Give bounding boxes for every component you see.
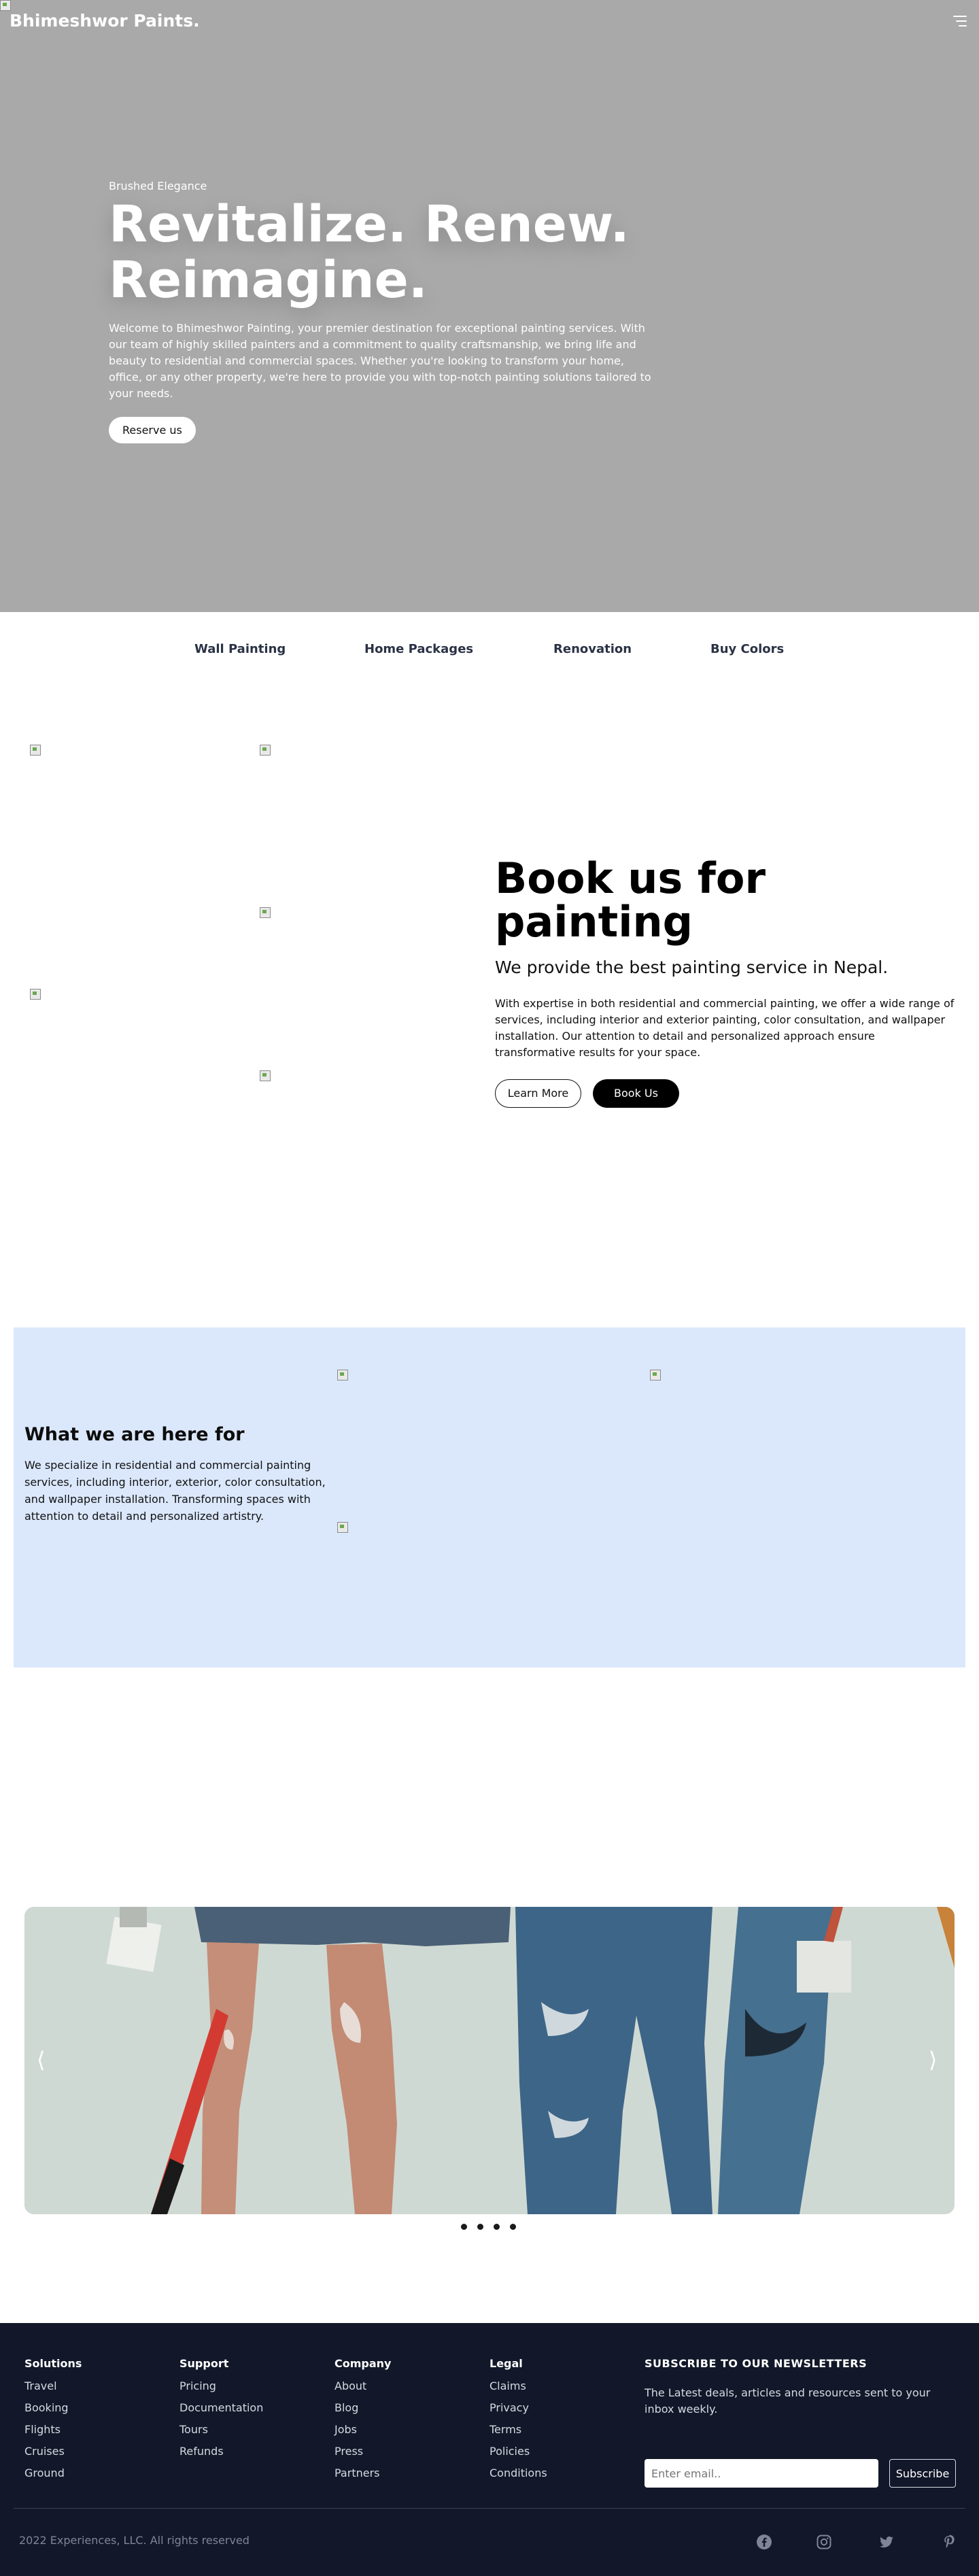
service-image-broken-icon — [337, 1370, 348, 1380]
book-title: Book us for painting — [495, 857, 766, 944]
newsletter-description: The Latest deals, articles and resources… — [645, 2386, 931, 2416]
footer-link-flights[interactable]: Flights — [24, 2419, 82, 2441]
facebook-icon[interactable] — [756, 2534, 772, 2550]
footer-column-company: Company About Blog Jobs Press Partners — [334, 2357, 391, 2484]
gallery-image-broken-icon — [260, 1070, 271, 1081]
tab-buy-colors[interactable]: Buy Colors — [710, 642, 784, 656]
footer-link-jobs[interactable]: Jobs — [334, 2419, 391, 2441]
footer-link-blog[interactable]: Blog — [334, 2397, 391, 2419]
footer-divider — [14, 2508, 965, 2509]
hero-title-line-2: Reimagine. — [109, 251, 428, 309]
tab-wall-painting[interactable]: Wall Painting — [194, 642, 286, 656]
subscribe-button[interactable]: Subscribe — [889, 2459, 956, 2488]
footer-link-refunds[interactable]: Refunds — [179, 2441, 263, 2462]
footer-link-tours[interactable]: Tours — [179, 2419, 263, 2441]
footer-column-solutions: Solutions Travel Booking Flights Cruises… — [24, 2357, 82, 2484]
footer-link-pricing[interactable]: Pricing — [179, 2375, 263, 2397]
footer-link-conditions[interactable]: Conditions — [490, 2462, 547, 2484]
services-section: What we are here for We specialize in re… — [14, 1327, 965, 1667]
gallery-image-broken-icon — [30, 989, 41, 1000]
hamburger-menu-icon[interactable] — [952, 15, 967, 27]
footer-link-partners[interactable]: Partners — [334, 2462, 391, 2484]
footer-link-terms[interactable]: Terms — [490, 2419, 547, 2441]
footer-link-booking[interactable]: Booking — [24, 2397, 82, 2419]
book-description: With expertise in both residential and c… — [495, 997, 955, 1059]
gallery-image-broken-icon — [260, 907, 271, 918]
brand-logo[interactable]: Bhimeshwor Paints. — [10, 11, 200, 31]
site-footer: Solutions Travel Booking Flights Cruises… — [0, 2323, 979, 2576]
hero-description: Welcome to Bhimeshwor Painting, your pre… — [109, 322, 651, 400]
footer-link-travel[interactable]: Travel — [24, 2375, 82, 2397]
footer-heading: Solutions — [24, 2357, 82, 2370]
carousel-dot-3[interactable] — [494, 2224, 500, 2230]
footer-link-claims[interactable]: Claims — [490, 2375, 547, 2397]
footer-link-documentation[interactable]: Documentation — [179, 2397, 263, 2419]
book-title-line-1: Book us for — [495, 853, 766, 903]
tab-home-packages[interactable]: Home Packages — [364, 642, 473, 656]
tab-renovation[interactable]: Renovation — [553, 642, 632, 656]
footer-link-about[interactable]: About — [334, 2375, 391, 2397]
newsletter-email-input[interactable] — [645, 2459, 878, 2488]
instagram-icon[interactable] — [816, 2534, 832, 2550]
reserve-us-button[interactable]: Reserve us — [109, 417, 196, 443]
image-carousel: ⟨ ⟩ — [24, 1907, 955, 2214]
footer-heading: Company — [334, 2357, 392, 2370]
footer-link-press[interactable]: Press — [334, 2441, 391, 2462]
book-us-button[interactable]: Book Us — [593, 1079, 679, 1108]
footer-link-privacy[interactable]: Privacy — [490, 2397, 547, 2419]
carousel-dot-4[interactable] — [510, 2224, 516, 2230]
copyright-text: 2022 Experiences, LLC. All rights reserv… — [19, 2534, 250, 2547]
footer-column-legal: Legal Claims Privacy Terms Policies Cond… — [490, 2357, 547, 2484]
twitter-icon[interactable] — [878, 2534, 895, 2550]
services-title: What we are here for — [24, 1424, 245, 1445]
hero-title-line-1: Revitalize. Renew. — [109, 195, 630, 254]
newsletter-title: SUBSCRIBE TO OUR NEWSLETTERS — [645, 2357, 868, 2370]
hero-section: Bhimeshwor Paints. Brushed Elegance Revi… — [0, 0, 979, 612]
carousel-next-icon[interactable]: ⟩ — [929, 2047, 937, 2073]
learn-more-button[interactable]: Learn More — [495, 1079, 581, 1108]
footer-heading: Support — [179, 2357, 229, 2370]
footer-link-ground[interactable]: Ground — [24, 2462, 82, 2484]
carousel-dot-2[interactable] — [477, 2224, 483, 2230]
broken-image-icon — [0, 0, 11, 11]
carousel-slide-photo — [24, 1907, 955, 2214]
book-title-line-2: painting — [495, 897, 693, 947]
gallery-image-broken-icon — [30, 745, 41, 756]
hero-title: Revitalize. Renew. Reimagine. — [109, 197, 653, 308]
footer-link-policies[interactable]: Policies — [490, 2441, 547, 2462]
service-image-broken-icon — [337, 1522, 348, 1533]
carousel-prev-icon[interactable]: ⟨ — [37, 2047, 45, 2073]
service-tabs: Wall Painting Home Packages Renovation B… — [0, 642, 979, 665]
footer-heading: Legal — [490, 2357, 523, 2370]
services-description: We specialize in residential and commerc… — [24, 1459, 326, 1523]
hero-kicker: Brushed Elegance — [109, 180, 207, 192]
pinterest-icon[interactable] — [941, 2534, 957, 2550]
book-subtitle: We provide the best painting service in … — [495, 957, 889, 977]
hero-content: Brushed Elegance Revitalize. Renew. Reim… — [109, 180, 653, 443]
footer-link-cruises[interactable]: Cruises — [24, 2441, 82, 2462]
gallery-image-broken-icon — [260, 745, 271, 756]
carousel-dots — [461, 2224, 522, 2231]
carousel-dot-1[interactable] — [461, 2224, 467, 2230]
service-image-broken-icon — [650, 1370, 661, 1380]
footer-column-support: Support Pricing Documentation Tours Refu… — [179, 2357, 263, 2462]
newsletter: SUBSCRIBE TO OUR NEWSLETTERS The Latest … — [645, 2357, 964, 2488]
